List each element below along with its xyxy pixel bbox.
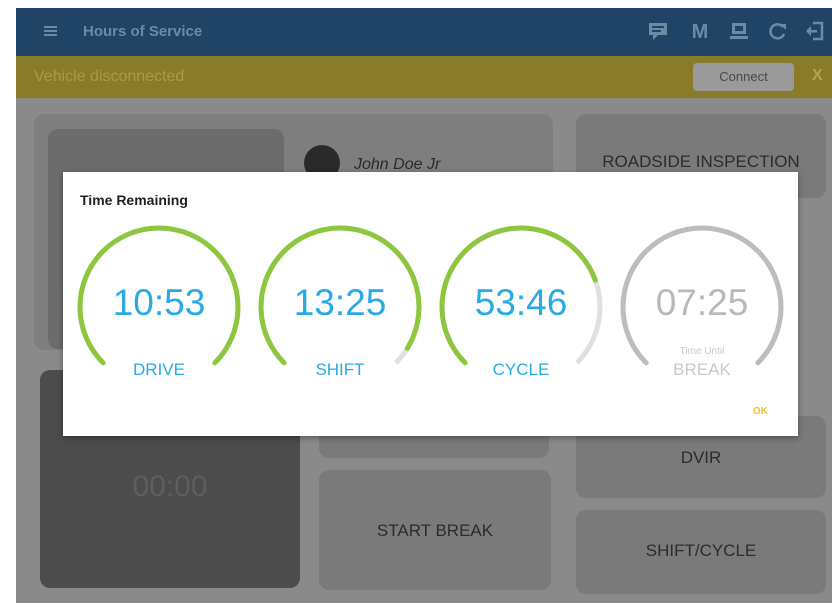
- message-icon[interactable]: [646, 20, 670, 44]
- break-sublabel: Time Until: [679, 346, 725, 357]
- dialog-title: Time Remaining: [80, 192, 188, 208]
- refresh-icon[interactable]: [766, 20, 790, 44]
- close-banner-button[interactable]: X: [812, 67, 823, 85]
- shift-cycle-button[interactable]: SHIFT/CYCLE: [576, 510, 826, 594]
- roadside-inspection-label: ROADSIDE INSPECTION: [602, 152, 800, 171]
- start-break-label: START BREAK: [376, 521, 494, 540]
- banner-text: Vehicle disconnected: [34, 68, 185, 85]
- dvir-label: DVIR: [680, 448, 722, 467]
- cycle-gauge: 53:46 CYCLE: [438, 224, 604, 390]
- app-title: Hours of Service: [83, 23, 203, 40]
- connect-button[interactable]: Connect: [693, 63, 794, 91]
- shift-time: 13:25: [293, 282, 387, 323]
- drive-time: 10:53: [112, 282, 206, 323]
- start-break-button[interactable]: START BREAK: [319, 470, 551, 590]
- time-remaining-dialog: Time Remaining 10:53 DRIVE 13:25 SHIFT 5…: [63, 172, 798, 436]
- drive-label: DRIVE: [133, 360, 185, 379]
- shift-label: SHIFT: [315, 360, 365, 379]
- cycle-label: CYCLE: [492, 360, 550, 379]
- break-gauge: 07:25 Time Until BREAK: [619, 224, 785, 390]
- logout-icon[interactable]: [803, 20, 827, 44]
- m-icon[interactable]: M: [688, 20, 712, 44]
- menu-icon[interactable]: [44, 26, 57, 36]
- cycle-time: 53:46: [474, 282, 568, 323]
- timer-value: 00:00: [132, 470, 208, 503]
- device-icon[interactable]: [727, 20, 751, 44]
- ok-button[interactable]: OK: [753, 406, 768, 417]
- break-label: BREAK: [673, 360, 731, 379]
- break-time: 07:25: [655, 282, 749, 323]
- shift-gauge: 13:25 SHIFT: [257, 224, 423, 390]
- shift-cycle-label: SHIFT/CYCLE: [645, 541, 757, 560]
- app-bar: Hours of Service M: [16, 8, 832, 56]
- drive-gauge: 10:53 DRIVE: [76, 224, 242, 390]
